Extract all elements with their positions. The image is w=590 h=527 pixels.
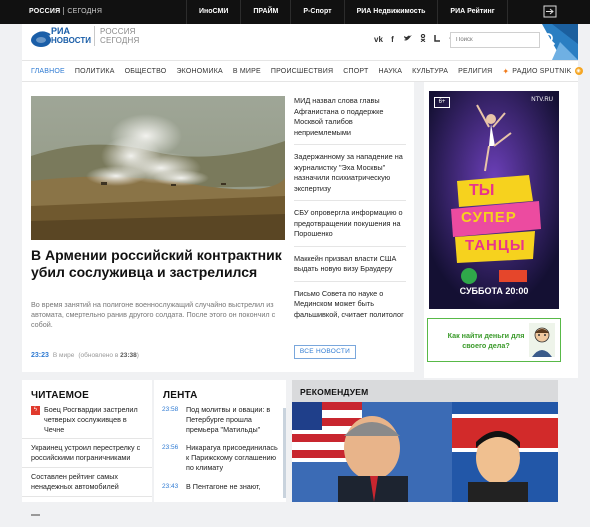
nav-item-society[interactable]: ОБЩЕСТВО — [125, 68, 167, 75]
news-feed-title: ЛЕНТА — [163, 390, 198, 401]
hero-lead: Во время занятий на полигоне военнослужа… — [31, 300, 276, 329]
feed-scrollbar[interactable] — [283, 408, 286, 498]
partner-links: ИноСМИ ПРАЙМ Р-Спорт РИА Недвижимость РИ… — [186, 0, 508, 24]
feed-item-text: В Пентагоне не знают, — [186, 481, 261, 491]
ad-column: 6+ NTV.RU ТЫ СУПЕР ТАНЦЫ СУББОТА 20:00 К… — [424, 82, 578, 378]
ad-show-line1: ТЫ — [469, 182, 495, 199]
ad-channel: NTV.RU — [531, 97, 553, 103]
topbar-logo-right: СЕГОДНЯ — [67, 7, 103, 15]
tv-show-ad-banner[interactable]: 6+ NTV.RU ТЫ СУПЕР ТАНЦЫ СУББОТА 20:00 — [429, 91, 559, 309]
news-feed-block: ЛЕНТА 23:58 Под молитвы и овации: в Пете… — [154, 380, 284, 502]
nav-item-economy[interactable]: ЭКОНОМИКА — [176, 68, 222, 75]
most-read-item[interactable]: Составлен рейтинг самых ненадежных автом… — [22, 468, 152, 497]
livejournal-icon[interactable] — [434, 34, 441, 44]
side-news-item[interactable]: СБУ опровергла информацию о предотвращен… — [294, 206, 406, 247]
search-icon[interactable] — [542, 31, 556, 47]
logo-rossiya-text: РОССИЯ — [100, 27, 136, 36]
most-read-item-text: Составлен рейтинг самых ненадежных автом… — [31, 471, 119, 491]
hero-image[interactable] — [31, 96, 285, 240]
ria-logo[interactable] — [30, 30, 52, 48]
cartoon-man-icon — [529, 323, 555, 357]
rossiya-segodnya-logo[interactable]: РОССИЯ СЕГОДНЯ — [29, 7, 102, 15]
twitter-icon[interactable] — [404, 34, 412, 44]
bottom-item-fragment — [22, 497, 152, 527]
hero-meta: 23:23 В мире (обновлено в 23:38) — [31, 352, 139, 359]
social-links: vk f — [374, 33, 457, 44]
feed-item-text: Под молитвы и овации: в Петербурге прошл… — [186, 405, 271, 434]
nav-item-incidents[interactable]: ПРОИСШЕСТВИЯ — [271, 68, 333, 75]
nav-item-religion[interactable]: РЕЛИГИЯ — [458, 68, 492, 75]
all-news-button[interactable]: ВСЕ НОВОСТИ — [294, 345, 356, 359]
most-read-title: ЧИТАЕМОЕ — [31, 390, 89, 401]
most-read-item[interactable]: Украинец устроил перестрелку с российски… — [22, 439, 152, 468]
hero-title[interactable]: В Армении российский контрактник убил со… — [31, 247, 301, 280]
side-news-item[interactable]: Письмо Совета по науке о Мединском может… — [294, 287, 406, 327]
ad-air-time: СУББОТА 20:00 — [459, 286, 529, 296]
recommended-block: РЕКОМЕНДУЕМ — [292, 380, 558, 502]
top-bar: РОССИЯ СЕГОДНЯ ИноСМИ ПРАЙМ Р-Спорт РИА … — [0, 0, 590, 24]
site-header: РИА НОВОСТИ РОССИЯ СЕГОДНЯ vk f — [22, 24, 578, 60]
recommended-image[interactable] — [292, 402, 558, 502]
updated-time: 23:38 — [120, 352, 137, 359]
nav-item-culture[interactable]: КУЛЬТУРА — [412, 68, 448, 75]
recommended-title: РЕКОМЕНДУЕМ — [292, 380, 558, 402]
side-news-list: МИД назвал слова главы Афганистана о под… — [294, 94, 406, 331]
lightning-icon: ϟ — [31, 406, 40, 415]
logo-novosti-text: НОВОСТИ — [51, 36, 92, 45]
feed-item-text: Никарагуа присоединилась к Парижскому со… — [186, 443, 278, 472]
logo-ria-text: РИА — [51, 26, 70, 36]
hero-updated: (обновлено в 23:38) — [78, 352, 139, 359]
feed-item-time: 23:43 — [162, 482, 179, 490]
ad-show-line3: ТАНЦЫ — [465, 237, 526, 254]
logo-segodnya-text: СЕГОДНЯ — [100, 36, 140, 45]
nav-item-main[interactable]: ГЛАВНОЕ — [31, 68, 65, 75]
updated-prefix: (обновлено в — [78, 352, 119, 359]
topbar-logo-left: РОССИЯ — [29, 7, 61, 15]
feed-item[interactable]: 23:43 В Пентагоне не знают, — [154, 478, 284, 497]
logo-separator — [63, 7, 65, 15]
nav-item-science[interactable]: НАУКА — [378, 68, 402, 75]
side-news-item[interactable]: Маккейн призвал власти США выдать новую … — [294, 252, 406, 282]
business-ad-banner[interactable]: Как найти деньги для своего дела? — [427, 318, 561, 362]
hero-section[interactable]: В мире — [53, 352, 74, 359]
feed-item-time: 23:56 — [162, 444, 179, 452]
odnoklassniki-icon[interactable] — [419, 33, 426, 44]
ad-show-line2: СУПЕР — [461, 209, 517, 226]
age-rating: 6+ — [434, 97, 450, 108]
partner-link-inosmi[interactable]: ИноСМИ — [186, 0, 240, 24]
most-read-item[interactable]: ϟ Боец Росгвардии застрелил четверых сос… — [22, 401, 152, 440]
partner-link-prime[interactable]: ПРАЙМ — [240, 0, 290, 24]
feed-item[interactable]: 23:58 Под молитвы и овации: в Петербурге… — [154, 401, 284, 439]
side-news-item[interactable]: Задержанному за нападение на журналистку… — [294, 150, 406, 201]
main-nav: ГЛАВНОЕ ПОЛИТИКА ОБЩЕСТВО ЭКОНОМИКА В МИ… — [22, 60, 583, 82]
most-read-item-text: Боец Росгвардии застрелил четверых сослу… — [44, 405, 138, 434]
nav-item-sport[interactable]: СПОРТ — [343, 68, 368, 75]
nav-item-world[interactable]: В МИРЕ — [233, 68, 261, 75]
sputnik-badge-icon: ◉ — [574, 67, 583, 75]
partner-link-rating[interactable]: РИА Рейтинг — [437, 0, 508, 24]
hero-time: 23:23 — [31, 352, 49, 359]
most-read-item-text: Украинец устроил перестрелку с российски… — [31, 443, 141, 463]
updated-suffix: ) — [136, 352, 139, 359]
partner-link-rsport[interactable]: Р-Спорт — [290, 0, 343, 24]
most-read-block: ЧИТАЕМОЕ ϟ Боец Росгвардии застрелил чет… — [22, 380, 152, 516]
nav-item-radio-sputnik[interactable]: ✦ РАДИО SPUTNIK ◉ — [502, 66, 583, 76]
feed-item[interactable]: 23:56 Никарагуа присоединилась к Парижск… — [154, 439, 284, 477]
side-news-item[interactable]: МИД назвал слова главы Афганистана о под… — [294, 94, 406, 145]
business-ad-text: Как найти деньги для своего дела? — [447, 331, 525, 350]
ria-globe-icon — [31, 31, 51, 47]
search-input[interactable] — [450, 32, 540, 48]
sputnik-label: РАДИО SPUTNIK — [512, 67, 572, 75]
logo-divider — [94, 26, 95, 46]
partner-link-realty[interactable]: РИА Недвижимость — [343, 0, 438, 24]
feed-item-time: 23:58 — [162, 406, 179, 413]
facebook-icon[interactable]: f — [389, 35, 396, 44]
sputnik-flame-icon: ✦ — [502, 66, 510, 76]
main-story-block: В Армении российский контрактник убил со… — [22, 82, 414, 372]
nav-item-politics[interactable]: ПОЛИТИКА — [75, 68, 115, 75]
exit-icon[interactable] — [543, 5, 557, 18]
vk-icon[interactable]: vk — [374, 35, 383, 44]
